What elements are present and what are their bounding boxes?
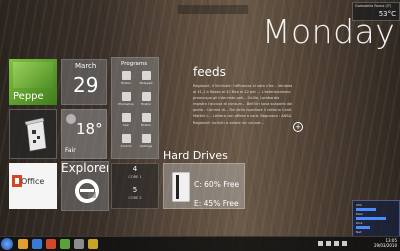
volume-icon[interactable] — [334, 241, 339, 246]
drive-e-free: E: 45% Free — [194, 199, 239, 208]
network-icon[interactable] — [342, 241, 347, 246]
weather-condition: Fair — [65, 147, 76, 154]
calendar-tile[interactable]: March 29 — [61, 59, 107, 105]
taskbar: 13:05 29/03/2010 — [0, 236, 400, 251]
user-tile[interactable]: Peppe — [9, 59, 57, 105]
core-1-label: CORE 1 — [128, 175, 142, 179]
office-tile[interactable]: Office — [9, 163, 57, 209]
app-icon — [141, 71, 151, 80]
day-title: Monday — [262, 12, 396, 51]
system-monitor-gadget[interactable]: CPU Mem Disk Net — [352, 200, 400, 237]
app-icon — [121, 113, 131, 122]
office-label: Office — [21, 177, 45, 186]
folder-icon[interactable] — [18, 239, 28, 249]
app-icon[interactable] — [74, 239, 84, 249]
clock[interactable]: 13:05 29/03/2010 — [374, 238, 397, 248]
app-icon — [121, 92, 131, 101]
drive-c-free: C: 60% Free — [194, 180, 240, 189]
feeds-body: Regionali, il Viminale: l'affluenza al v… — [193, 84, 293, 125]
internet-explorer-icon — [75, 179, 99, 203]
program-item[interactable]: Firefox — [118, 71, 134, 89]
sysmon-bar — [356, 217, 386, 220]
hard-drives-title: Hard Drives — [163, 149, 228, 162]
core-1-value: 4 — [132, 165, 138, 173]
program-item[interactable]: Control — [118, 134, 134, 152]
app-icon[interactable] — [46, 239, 56, 249]
core-2-label: CORE 2 — [128, 196, 142, 200]
weather-location: Garbatella Roma (IT) — [355, 4, 392, 8]
sysmon-bar — [356, 208, 376, 211]
cpu-tile[interactable]: 4 CORE 1 5 CORE 2 — [111, 163, 159, 209]
programs-title: Programs — [121, 61, 148, 67]
app-icon[interactable] — [88, 239, 98, 249]
recycle-bin-icon — [24, 117, 47, 152]
program-item[interactable]: Notepad — [138, 71, 154, 89]
explorer-tile[interactable]: Explorer — [61, 161, 109, 211]
app-icon[interactable] — [60, 239, 70, 249]
sysmon-line-4: Net — [356, 230, 362, 234]
explorer-label: Explorer — [61, 161, 109, 175]
user-picture — [13, 62, 53, 88]
feeds-add-icon[interactable]: + — [293, 122, 303, 132]
feeds-title: feeds — [193, 65, 226, 79]
hard-drives-tile[interactable]: C: 60% Free E: 45% Free — [163, 163, 245, 209]
user-name: Peppe — [13, 91, 44, 102]
program-item[interactable]: Settings — [138, 134, 154, 152]
sysmon-bar — [356, 226, 370, 229]
app-icon — [121, 71, 131, 80]
feeds-panel[interactable]: feeds Regionali, il Viminale: l'affluenz… — [193, 65, 293, 126]
sysmon-line-2: Mem — [356, 212, 364, 216]
app-icon — [141, 134, 151, 143]
clock-date: 29/03/2010 — [373, 243, 397, 248]
calendar-date: 29 — [73, 73, 99, 97]
core-2-value: 5 — [132, 186, 138, 194]
top-strip — [178, 5, 248, 14]
calendar-month: March — [75, 62, 97, 70]
program-item[interactable]: Photoshop — [118, 92, 134, 110]
programs-tile[interactable]: Programs Firefox Notepad Photoshop Firef… — [111, 57, 159, 159]
app-icon — [141, 92, 151, 101]
browser-icon[interactable] — [32, 239, 42, 249]
program-item[interactable]: Firefox — [138, 113, 154, 131]
app-icon — [141, 113, 151, 122]
sysmon-line-3: Disk — [356, 221, 363, 225]
tray-icon[interactable] — [318, 241, 323, 246]
weather-tile[interactable]: 18° Fair — [61, 109, 107, 159]
weather-temp: 18° — [76, 120, 103, 138]
recycle-bin-tile[interactable] — [9, 109, 57, 159]
tray-icon[interactable] — [326, 241, 331, 246]
drive-icon — [172, 172, 190, 202]
program-item[interactable]: Calc — [118, 113, 134, 131]
app-icon — [121, 134, 131, 143]
program-item[interactable]: Firefox — [138, 92, 154, 110]
start-button[interactable] — [1, 238, 13, 250]
sysmon-line-1: CPU — [356, 203, 363, 207]
